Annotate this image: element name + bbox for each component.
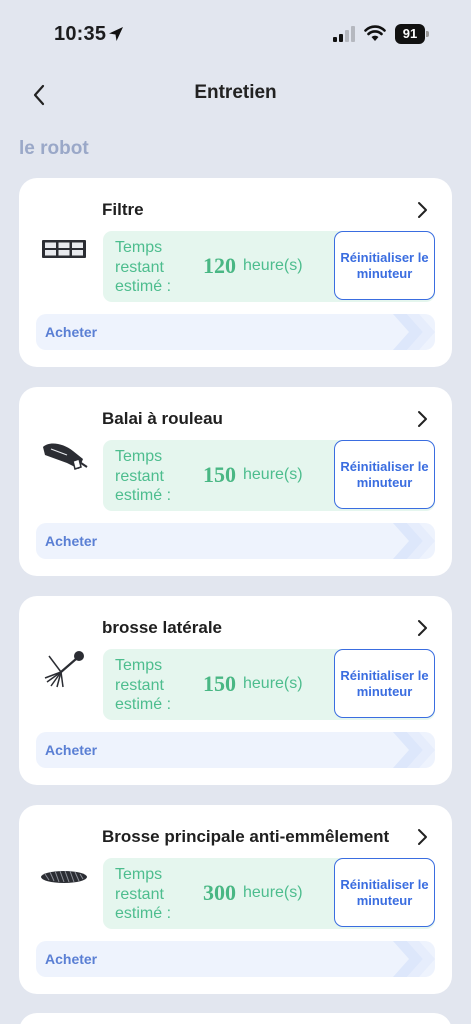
roller-brush-icon [39,439,89,479]
buy-button[interactable]: Acheter [36,314,435,350]
reset-timer-button[interactable]: Réinitialiser le minuteur [334,440,435,509]
battery-icon: 91 [395,24,431,44]
card-title: Filtre [102,200,144,219]
page-title: Entretien [194,82,277,103]
consumable-card-filter: Filtre Temps restant estimé : 120 heure(… [19,178,452,367]
status-bar: 10:35 91 [0,0,471,70]
buy-label: Acheter [45,951,98,967]
chevron-right-icon[interactable] [412,827,432,847]
buy-label: Acheter [45,324,98,340]
double-chevron-right-icon [393,314,435,350]
section-title: le robot [19,138,89,159]
double-chevron-right-icon [393,941,435,977]
hours-unit: heure(s) [243,884,303,901]
hours-unit: heure(s) [243,257,303,274]
side-brush-icon [39,648,89,688]
double-chevron-right-icon [393,523,435,559]
remaining-hours-value: 120 [203,253,236,278]
hours-unit: heure(s) [243,675,303,692]
remaining-time-box: Temps restant estimé : 300 heure(s) Réin… [103,858,435,929]
buy-label: Acheter [45,742,98,758]
hours-unit: heure(s) [243,466,303,483]
filter-icon [39,230,89,270]
chevron-right-icon[interactable] [412,409,432,429]
buy-button[interactable]: Acheter [36,523,435,559]
remaining-time-box: Temps restant estimé : 150 heure(s) Réin… [103,440,435,511]
remaining-time-box: Temps restant estimé : 120 heure(s) Réin… [103,231,435,302]
chevron-right-icon[interactable] [412,618,432,638]
battery-level: 91 [395,24,425,44]
location-arrow-icon [108,26,124,47]
cellular-signal-icon [333,26,357,47]
remaining-time-label: Temps restant estimé : [115,448,172,504]
reset-timer-button[interactable]: Réinitialiser le minuteur [334,858,435,927]
chevron-right-icon[interactable] [412,200,432,220]
remaining-hours-value: 300 [203,880,236,905]
reset-timer-button[interactable]: Réinitialiser le minuteur [334,649,435,718]
buy-button[interactable]: Acheter [36,941,435,977]
consumable-card-main-brush: Brosse principale anti-emmêlement Temps … [19,805,452,994]
remaining-time-label: Temps restant estimé : [115,657,172,713]
double-chevron-right-icon [393,732,435,768]
card-title: Brosse principale anti-emmêlement [102,827,390,846]
reset-timer-button[interactable]: Réinitialiser le minuteur [334,231,435,300]
remaining-hours-value: 150 [203,671,236,696]
buy-label: Acheter [45,533,98,549]
main-brush-icon [39,857,89,897]
consumables-list: Filtre Temps restant estimé : 120 heure(… [19,178,452,1014]
card-title: brosse latérale [102,618,223,637]
consumable-card-side-brush: brosse latérale Temps restant estimé : 1… [19,596,452,785]
buy-button[interactable]: Acheter [36,732,435,768]
consumable-card-roller-brush: Balai à rouleau Temps restant estimé : 1… [19,387,452,576]
status-time: 10:35 [54,23,107,45]
remaining-time-box: Temps restant estimé : 150 heure(s) Réin… [103,649,435,720]
wifi-icon [364,24,386,47]
remaining-hours-value: 150 [203,462,236,487]
remaining-time-label: Temps restant estimé : [115,866,172,922]
consumable-card-partial [19,1013,452,1024]
remaining-time-label: Temps restant estimé : [115,239,172,295]
card-title: Balai à rouleau [102,409,223,428]
